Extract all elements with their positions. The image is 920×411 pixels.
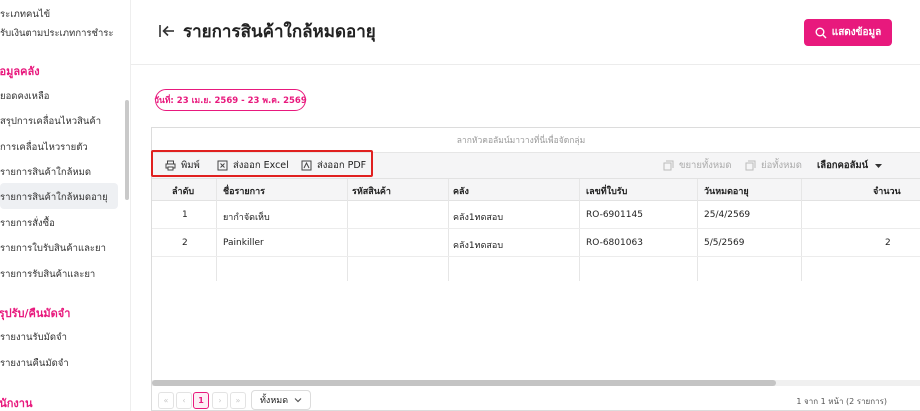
expand-all-label: ขยายทั้งหมด — [679, 160, 732, 171]
cell-no: 2 — [182, 238, 188, 248]
sidebar-scrollbar[interactable] — [125, 100, 129, 200]
collapse-all-label: ย่อทั้งหมด — [761, 160, 802, 171]
sidebar-item-movement-summary[interactable]: สรุปการเคลื่อนไหวสินค้า — [0, 114, 101, 129]
chevron-down-icon — [294, 398, 302, 403]
horizontal-scroll-thumb[interactable] — [152, 380, 776, 386]
cell-receipt: RO-6901145 — [586, 210, 643, 220]
col-header-qty[interactable]: จำนวน — [873, 184, 901, 198]
pager: « ‹ 1 › » ทั้งหมด 1 จาก 1 หน้า (2 รายการ… — [151, 389, 920, 411]
col-header-no[interactable]: ลำดับ — [172, 184, 194, 198]
sidebar-item-purchase-orders[interactable]: รายการสั่งซื้อ — [0, 216, 55, 231]
sidebar-section-staff[interactable]: พนักงาน — [0, 394, 33, 411]
collapse-icon — [745, 160, 756, 171]
choose-columns-label: เลือกคอลัมน์ — [817, 160, 869, 171]
sidebar-item-movement-detail[interactable]: การเคลื่อนไหวรายตัว — [0, 140, 88, 155]
first-page-icon[interactable]: « — [158, 392, 174, 409]
sidebar-section-deposit[interactable]: สรุปรับ/คืนมัดจำ — [0, 304, 70, 322]
cell-no: 1 — [182, 210, 188, 220]
choose-columns-button[interactable]: เลือกคอลัมน์ — [817, 158, 884, 173]
col-header-name[interactable]: ชื่อรายการ — [223, 184, 265, 198]
last-page-icon[interactable]: » — [230, 392, 246, 409]
page-size-select[interactable]: ทั้งหมด — [251, 390, 311, 410]
collapse-all-button[interactable]: ย่อทั้งหมด — [745, 158, 802, 173]
prev-page-icon[interactable]: ‹ — [176, 392, 192, 409]
sidebar-item-near-expiry[interactable]: รายการสินค้าใกล้หมดอายุ — [0, 190, 108, 205]
show-data-button[interactable]: แสดงข้อมูล — [804, 19, 892, 46]
cell-name: Painkiller — [223, 238, 264, 248]
expand-icon — [663, 160, 674, 171]
sidebar-item-receiving[interactable]: รายการรับสินค้าและยา — [0, 267, 95, 282]
page-current[interactable]: 1 — [193, 392, 209, 409]
col-header-expiry[interactable]: วันหมดอายุ — [704, 184, 749, 198]
sidebar-item-deposit-returned[interactable]: รายงานคืนมัดจำ — [0, 356, 69, 371]
caret-down-icon — [875, 164, 883, 168]
sidebar-item-goods-receipts[interactable]: รายการใบรับสินค้าและยา — [0, 241, 106, 256]
expand-all-button[interactable]: ขยายทั้งหมด — [663, 158, 732, 173]
page-title: รายการสินค้าใกล้หมดอายุ — [183, 22, 376, 42]
cell-receipt: RO-6801063 — [586, 238, 643, 248]
table-row[interactable]: 2 Painkiller คลัง1ทดสอบ RO-6801063 5/5/2… — [152, 229, 920, 257]
col-header-warehouse[interactable]: คลัง — [453, 184, 469, 198]
col-header-code[interactable]: รหัสสินค้า — [352, 184, 391, 198]
cell-warehouse: คลัง1ทดสอบ — [453, 241, 504, 251]
table-row[interactable]: 1 ยากำจัดเห็บ คลัง1ทดสอบ RO-6901145 25/4… — [152, 201, 920, 229]
sidebar-item-deposit-received[interactable]: รายงานรับมัดจำ — [0, 330, 67, 345]
cell-warehouse: คลัง1ทดสอบ — [453, 213, 504, 223]
collapse-left-icon[interactable] — [158, 22, 176, 40]
sidebar-item-patient-type[interactable]: ประเภทคนไข้ — [0, 7, 50, 22]
toolbar-export-highlight — [151, 150, 373, 177]
table-header: ลำดับ ชื่อรายการ รหัสสินค้า คลัง เลขที่ใ… — [152, 179, 920, 201]
cell-qty: 2 — [885, 238, 891, 248]
pager-info: 1 จาก 1 หน้า (2 รายการ) — [796, 397, 887, 406]
sidebar-item-low-stock[interactable]: รายการสินค้าใกล้หมด — [0, 165, 91, 180]
col-header-receipt[interactable]: เลขที่ใบรับ — [586, 184, 627, 198]
sidebar-item-balance[interactable]: ยอดคงเหลือ — [0, 89, 49, 104]
next-page-icon[interactable]: › — [212, 392, 228, 409]
show-data-label: แสดงข้อมูล — [831, 27, 882, 38]
sidebar-item-payment-adjust[interactable]: ปรับเงินตามประเภทการชำระ — [0, 26, 114, 41]
cell-expiry: 25/4/2569 — [704, 210, 751, 220]
page-size-value: ทั้งหมด — [260, 396, 289, 406]
search-icon — [815, 27, 827, 38]
cell-expiry: 5/5/2569 — [704, 238, 745, 248]
cell-name: ยากำจัดเห็บ — [223, 213, 270, 223]
sidebar: ประเภทคนไข้ ปรับเงินตามประเภทการชำระ ข้อ… — [0, 0, 131, 411]
sidebar-section-inventory[interactable]: ข้อมูลคลัง — [0, 62, 40, 80]
date-range-chip[interactable]: วันที่: 23 เม.ย. 2569 - 23 พ.ค. 2569 — [154, 89, 307, 111]
